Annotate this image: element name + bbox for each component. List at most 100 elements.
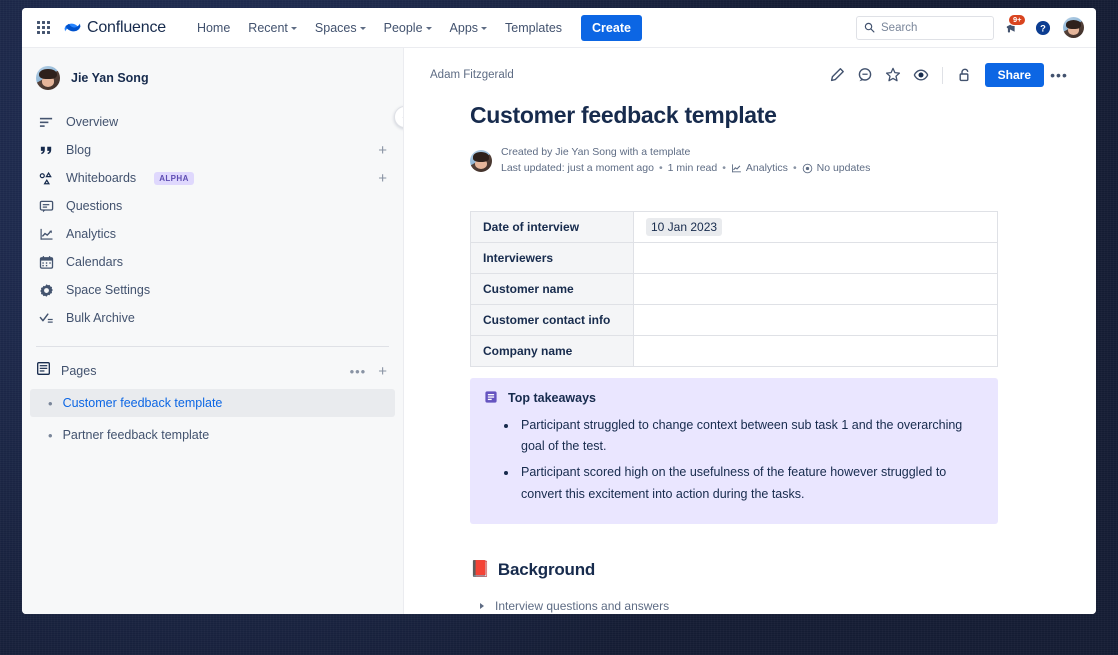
- page-bullet-icon: •: [48, 429, 53, 442]
- add-page-button[interactable]: +: [378, 364, 387, 379]
- page-header-bar: Adam Fitzgerald: [404, 48, 1096, 96]
- takeaways-list: Participant struggled to change context …: [518, 415, 984, 507]
- add-whiteboard-button[interactable]: +: [378, 171, 387, 186]
- analytics-label: Analytics: [746, 161, 788, 177]
- sidebar-item-label: Bulk Archive: [66, 311, 135, 325]
- panel-header: Top takeaways: [484, 390, 984, 405]
- notifications-button[interactable]: 9+: [999, 15, 1025, 41]
- table-row: Company name: [471, 335, 998, 366]
- table-cell-value[interactable]: [634, 335, 998, 366]
- watch-eye-icon: [913, 67, 929, 83]
- sidebar-item-calendars[interactable]: Calendars: [30, 248, 395, 276]
- nav-item-home[interactable]: Home: [188, 15, 239, 41]
- notification-count-badge: 9+: [1008, 14, 1026, 27]
- sidebar-item-label: Space Settings: [66, 283, 150, 297]
- author-avatar[interactable]: [470, 150, 492, 172]
- nav-item-apps[interactable]: Apps: [441, 15, 497, 41]
- question-circle-icon: ?: [1034, 19, 1052, 37]
- app-switcher-button[interactable]: [30, 15, 56, 41]
- expand-label: Interview questions and answers: [495, 599, 669, 613]
- nav-label: Templates: [505, 21, 562, 35]
- closed-book-emoji-icon[interactable]: 📕: [470, 562, 490, 578]
- page-item-partner-feedback-template[interactable]: • Partner feedback template: [30, 421, 395, 449]
- bulk-archive-icon: [36, 311, 56, 326]
- edit-button[interactable]: [824, 62, 850, 88]
- help-button[interactable]: ?: [1030, 15, 1056, 41]
- nav-item-recent[interactable]: Recent: [239, 15, 306, 41]
- page-title: Customer feedback template: [470, 102, 1000, 129]
- user-avatar[interactable]: [1063, 17, 1084, 38]
- meta-separator: •: [722, 161, 726, 177]
- more-dots-icon: •••: [1050, 68, 1068, 82]
- sidebar-item-space-settings[interactable]: Space Settings: [30, 276, 395, 304]
- analytics-link[interactable]: Analytics: [731, 161, 788, 177]
- create-button[interactable]: Create: [581, 15, 642, 41]
- table-cell-value[interactable]: [634, 242, 998, 273]
- watch-button[interactable]: [908, 62, 934, 88]
- chevron-down-icon: [481, 27, 487, 30]
- sidebar-item-analytics[interactable]: Analytics: [30, 220, 395, 248]
- favorite-button[interactable]: [880, 62, 906, 88]
- pages-section-header[interactable]: Pages ••• +: [30, 357, 395, 385]
- table-cell-value[interactable]: 10 Jan 2023: [634, 211, 998, 242]
- updates-circle-icon: [802, 163, 813, 174]
- note-panel-icon: [484, 390, 498, 404]
- list-item: Participant struggled to change context …: [518, 415, 984, 459]
- interview-info-table: Date of interview 10 Jan 2023 Interviewe…: [470, 211, 998, 367]
- confluence-logo-home-link[interactable]: Confluence: [64, 19, 166, 37]
- nav-item-people[interactable]: People: [375, 15, 441, 41]
- table-cell-label: Interviewers: [471, 242, 634, 273]
- sidebar-item-label: Analytics: [66, 227, 116, 241]
- page-item-label: Partner feedback template: [63, 428, 210, 442]
- nav-label: Home: [197, 21, 230, 35]
- nav-item-spaces[interactable]: Spaces: [306, 15, 375, 41]
- page-item-customer-feedback-template[interactable]: • Customer feedback template: [30, 389, 395, 417]
- sidebar-item-overview[interactable]: Overview: [30, 108, 395, 136]
- byline-text: Created by Jie Yan Song with a template …: [501, 145, 870, 177]
- sidebar-item-bulk-archive[interactable]: Bulk Archive: [30, 304, 395, 332]
- pages-more-button[interactable]: •••: [350, 365, 367, 378]
- nav-item-templates[interactable]: Templates: [496, 15, 571, 41]
- space-header[interactable]: Jie Yan Song: [22, 60, 403, 96]
- nav-label: Apps: [450, 21, 479, 35]
- comment-button[interactable]: [852, 62, 878, 88]
- add-blog-button[interactable]: +: [378, 143, 387, 158]
- sidebar-item-questions[interactable]: Questions: [30, 192, 395, 220]
- panel-title: Top takeaways: [508, 390, 596, 405]
- nav-label: People: [384, 21, 423, 35]
- search-input[interactable]: Search: [856, 16, 994, 40]
- table-cell-value[interactable]: [634, 304, 998, 335]
- chart-line-icon: [36, 227, 56, 242]
- table-cell-value[interactable]: [634, 273, 998, 304]
- updates-status[interactable]: No updates: [802, 161, 871, 177]
- primary-nav-links: Home Recent Spaces People Apps Templates: [188, 15, 642, 41]
- sidebar-item-blog[interactable]: Blog +: [30, 136, 395, 164]
- chevron-down-icon: [291, 27, 297, 30]
- expand-interview-questions[interactable]: Interview questions and answers: [480, 599, 1000, 613]
- breadcrumb[interactable]: Adam Fitzgerald: [430, 69, 514, 81]
- comment-icon: [857, 67, 873, 83]
- restrictions-button[interactable]: [951, 62, 977, 88]
- share-button[interactable]: Share: [985, 63, 1044, 87]
- top-takeaways-panel: Top takeaways Participant struggled to c…: [470, 378, 998, 525]
- star-icon: [885, 67, 901, 83]
- calendar-icon: [36, 255, 56, 270]
- sidebar-item-label: Questions: [66, 199, 122, 213]
- global-nav-right-actions: Search 9+ ?: [856, 15, 1084, 41]
- pages-label: Pages: [61, 364, 96, 378]
- table-row: Customer name: [471, 273, 998, 304]
- section-title: Background: [498, 560, 595, 580]
- svg-text:?: ?: [1040, 23, 1046, 33]
- sidebar-item-label: Whiteboards: [66, 171, 136, 185]
- space-avatar: [36, 66, 60, 90]
- whiteboard-icon: [36, 171, 56, 186]
- table-row: Customer contact info: [471, 304, 998, 335]
- table-row: Date of interview 10 Jan 2023: [471, 211, 998, 242]
- page-more-button[interactable]: •••: [1046, 62, 1072, 88]
- meta-separator: •: [659, 161, 663, 177]
- question-bubble-icon: [36, 199, 56, 214]
- sidebar-item-whiteboards[interactable]: Whiteboards ALPHA +: [30, 164, 395, 192]
- gear-icon: [36, 283, 56, 298]
- overview-icon: [36, 115, 56, 130]
- document-body: Customer feedback template Created by Ji…: [404, 102, 1096, 614]
